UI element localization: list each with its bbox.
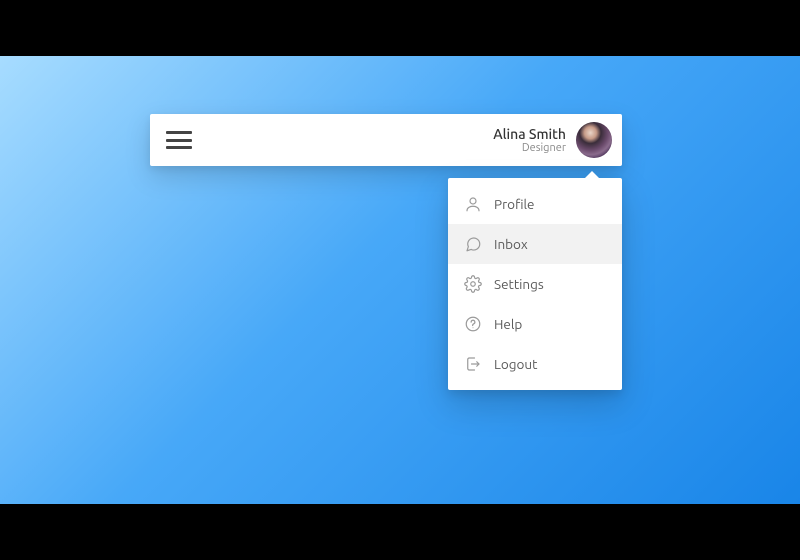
letterbox-bottom — [0, 504, 800, 560]
logout-icon — [464, 355, 482, 373]
user-icon — [464, 195, 482, 213]
menu-item-inbox[interactable]: Inbox — [448, 224, 622, 264]
user-menu-trigger[interactable]: Alina Smith Designer — [493, 122, 612, 158]
letterbox-top — [0, 0, 800, 56]
menu-item-label: Inbox — [494, 236, 528, 252]
user-role: Designer — [493, 142, 566, 155]
gear-icon — [464, 275, 482, 293]
menu-item-help[interactable]: Help — [448, 304, 622, 344]
hamburger-line — [166, 131, 192, 134]
top-bar: Alina Smith Designer — [150, 114, 622, 166]
menu-item-label: Help — [494, 316, 522, 332]
user-text-block: Alina Smith Designer — [493, 126, 566, 155]
chat-icon — [464, 235, 482, 253]
avatar — [576, 122, 612, 158]
menu-item-label: Logout — [494, 356, 537, 372]
hamburger-line — [166, 146, 192, 149]
hamburger-menu-button[interactable] — [166, 131, 192, 149]
hamburger-line — [166, 139, 192, 142]
menu-item-logout[interactable]: Logout — [448, 344, 622, 384]
app-stage: Alina Smith Designer Profile Inbox — [0, 56, 800, 504]
user-dropdown-menu: Profile Inbox Settings — [448, 178, 622, 390]
help-icon — [464, 315, 482, 333]
menu-item-label: Profile — [494, 196, 535, 212]
menu-item-profile[interactable]: Profile — [448, 184, 622, 224]
user-name: Alina Smith — [493, 126, 566, 142]
menu-item-label: Settings — [494, 276, 544, 292]
menu-item-settings[interactable]: Settings — [448, 264, 622, 304]
